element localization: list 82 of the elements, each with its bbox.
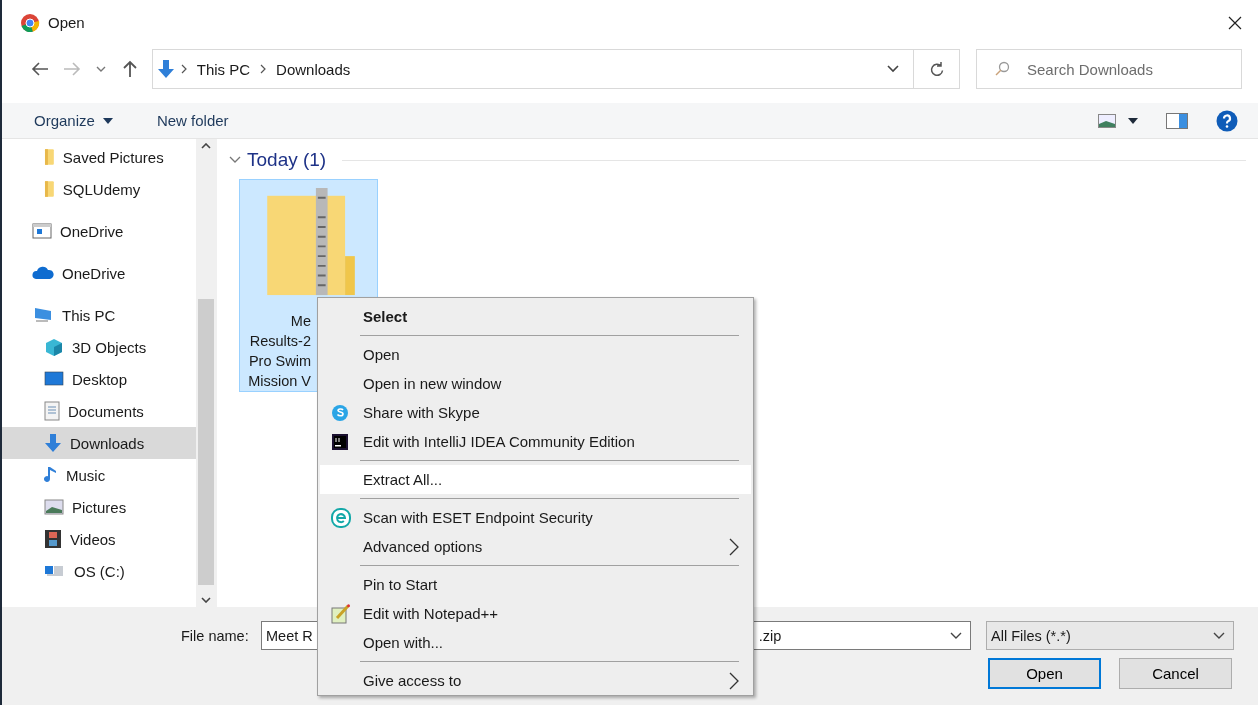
chevron-up-icon bbox=[201, 143, 211, 149]
picture-icon bbox=[44, 499, 64, 515]
letter-e-icon bbox=[331, 507, 351, 528]
file-type-dropdown[interactable]: All Files (*.*) bbox=[986, 621, 1234, 650]
chevron-right-icon bbox=[260, 64, 267, 74]
menu-item[interactable]: Share with Skype bbox=[320, 398, 751, 427]
chevron-down-icon bbox=[950, 631, 962, 640]
search-field[interactable]: Search Downloads bbox=[976, 49, 1242, 89]
up-arrow-icon bbox=[122, 60, 137, 78]
preview-pane-button[interactable] bbox=[1164, 110, 1190, 131]
sidebar-item[interactable]: This PC bbox=[2, 299, 196, 331]
address-bar[interactable]: This PC Downloads bbox=[151, 49, 915, 89]
down-arrow-icon bbox=[156, 59, 175, 79]
menu-item[interactable]: Open with... bbox=[320, 628, 751, 657]
chevron-down-icon bbox=[95, 66, 106, 72]
caret-down-icon bbox=[102, 117, 113, 124]
new-folder-button[interactable]: New folder bbox=[146, 110, 239, 131]
sidebar-item[interactable]: OS (C:) bbox=[2, 555, 196, 587]
sidebar-item[interactable]: Downloads bbox=[2, 427, 196, 459]
file-name: Me bbox=[290, 312, 311, 331]
sidebar-item[interactable]: Saved Pictures bbox=[2, 141, 196, 173]
chevron-down-icon bbox=[887, 65, 900, 73]
sidebar-item[interactable]: Documents bbox=[2, 395, 196, 427]
sidebar-item[interactable]: OneDrive bbox=[2, 257, 196, 289]
folder-icon bbox=[44, 148, 55, 166]
view-options-button[interactable] bbox=[1096, 111, 1140, 130]
sidebar-item[interactable]: 3D Objects bbox=[2, 331, 196, 363]
picture-icon bbox=[1098, 113, 1116, 128]
chevron-right-icon bbox=[729, 671, 739, 690]
chevron-right-icon bbox=[180, 64, 187, 74]
ide-icon bbox=[331, 432, 349, 451]
file-name: Results-2 bbox=[249, 332, 311, 351]
sidebar-item[interactable]: Pictures bbox=[2, 491, 196, 523]
cancel-button[interactable]: Cancel bbox=[1119, 658, 1232, 689]
folder-icon bbox=[44, 180, 55, 198]
caret-down-icon bbox=[1128, 117, 1138, 124]
search-icon bbox=[994, 61, 1010, 77]
chevron-right-icon bbox=[729, 537, 739, 556]
chevron-down-icon bbox=[1213, 631, 1225, 640]
breadcrumb[interactable]: This PC bbox=[192, 58, 255, 80]
scrollbar[interactable] bbox=[196, 139, 216, 607]
menu-item[interactable]: Advanced options bbox=[320, 532, 751, 561]
sidebar-item[interactable]: Videos bbox=[2, 523, 196, 555]
monitor-icon bbox=[44, 371, 64, 387]
sidebar-item[interactable]: OneDrive bbox=[2, 215, 196, 247]
breadcrumb[interactable]: Downloads bbox=[272, 58, 355, 80]
refresh-icon bbox=[929, 61, 944, 77]
back-arrow-icon bbox=[30, 62, 49, 76]
menu-item[interactable]: Edit with IntelliJ IDEA Community Edition bbox=[320, 427, 751, 456]
chevron-down-icon bbox=[201, 597, 211, 603]
film-icon bbox=[44, 529, 62, 549]
sidebar-item[interactable]: Music bbox=[2, 459, 196, 491]
notepad-icon bbox=[331, 603, 351, 624]
file-name: Mission V bbox=[248, 372, 311, 391]
help-icon bbox=[1216, 109, 1238, 132]
chevron-down-icon bbox=[229, 156, 241, 164]
computer-icon bbox=[32, 306, 54, 324]
menu-item[interactable]: Extract All... bbox=[320, 465, 751, 494]
file-name-label: File name: bbox=[181, 627, 250, 644]
open-button[interactable]: Open bbox=[988, 658, 1101, 689]
cloud-icon bbox=[32, 266, 54, 280]
organize-menu-button[interactable]: Organize bbox=[24, 110, 123, 131]
cube-icon bbox=[44, 337, 64, 357]
window-title: Open bbox=[48, 14, 86, 31]
sidebar-item[interactable]: Desktop bbox=[2, 363, 196, 395]
forward-arrow-icon bbox=[62, 62, 81, 76]
close-icon bbox=[1228, 15, 1242, 30]
pane-icon bbox=[1166, 112, 1188, 129]
menu-item[interactable]: Edit with Notepad++ bbox=[320, 599, 751, 628]
browser-logo-icon bbox=[20, 12, 40, 33]
menu-item[interactable]: Scan with ESET Endpoint Security bbox=[320, 503, 751, 532]
group-header[interactable]: Today (1) bbox=[229, 149, 327, 171]
file-name: Pro Swim bbox=[248, 352, 311, 371]
skype-icon bbox=[331, 403, 349, 422]
window-icon bbox=[32, 223, 52, 239]
menu-item[interactable]: Pin to Start bbox=[320, 570, 751, 599]
down-arrow-icon bbox=[44, 433, 62, 453]
music-note-icon bbox=[44, 465, 58, 485]
document-icon bbox=[44, 401, 60, 421]
sidebar-item[interactable]: SQLUdemy bbox=[2, 173, 196, 205]
menu-item[interactable]: Give access to bbox=[320, 666, 751, 695]
refresh-button[interactable] bbox=[914, 49, 960, 89]
